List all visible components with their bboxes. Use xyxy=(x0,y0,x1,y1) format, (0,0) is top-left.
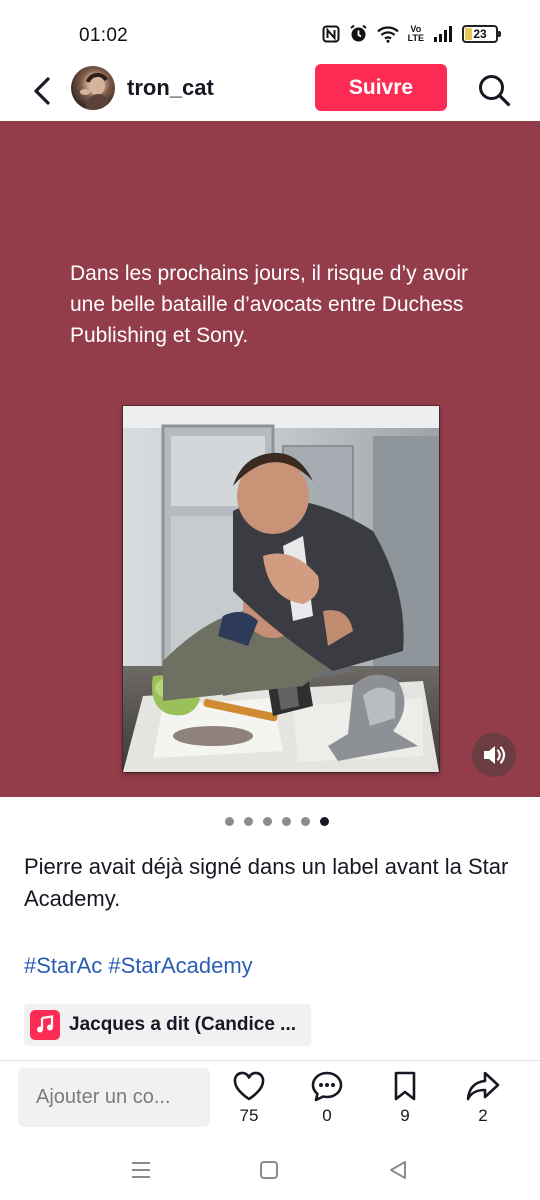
divider xyxy=(0,1060,540,1061)
alarm-icon xyxy=(349,24,368,43)
search-icon xyxy=(479,75,511,107)
post-description: Pierre avait déjà signé dans un label av… xyxy=(24,854,509,911)
signal-icon xyxy=(433,25,453,42)
music-note-icon xyxy=(30,1010,60,1040)
comment-icon xyxy=(311,1071,343,1102)
follow-button[interactable]: Suivre xyxy=(315,64,447,111)
volte-icon: Vo LTE xyxy=(407,24,424,43)
carousel-dot xyxy=(225,817,234,826)
post-photo xyxy=(123,406,439,772)
post-media[interactable]: Dans les prochains jours, il risque d’y … xyxy=(0,121,540,797)
wifi-icon xyxy=(376,25,399,43)
carousel-dot xyxy=(282,817,291,826)
battery-icon: 23 xyxy=(462,24,501,43)
slide-overlay-text: Dans les prochains jours, il risque d’y … xyxy=(70,262,469,347)
volte-bottom-label: LTE xyxy=(407,32,424,43)
heart-icon xyxy=(233,1071,265,1101)
hashtag-link[interactable]: #StarAcademy xyxy=(108,953,252,978)
hashtag-link[interactable]: #StarAc xyxy=(24,953,102,978)
save-button[interactable]: 9 xyxy=(377,1070,433,1126)
carousel-dot xyxy=(263,817,272,826)
back-button[interactable] xyxy=(26,71,58,111)
home-button[interactable] xyxy=(255,1156,283,1184)
comment-input[interactable]: Ajouter un co... xyxy=(18,1068,210,1127)
status-icons: Vo LTE 23 xyxy=(322,24,501,43)
triangle-back-icon xyxy=(390,1161,406,1179)
music-title: Jacques a dit (Candice ... xyxy=(69,1014,297,1035)
chevron-left-icon xyxy=(34,77,50,105)
square-icon xyxy=(260,1161,278,1179)
carousel-indicator xyxy=(0,817,540,829)
comment-count: 0 xyxy=(322,1106,332,1125)
save-count: 9 xyxy=(400,1106,410,1125)
recents-button[interactable] xyxy=(127,1156,155,1184)
share-button[interactable]: 2 xyxy=(455,1070,511,1126)
search-button[interactable] xyxy=(474,70,514,110)
battery-level: 23 xyxy=(473,26,487,41)
bookmark-icon xyxy=(394,1071,416,1101)
nfc-icon xyxy=(322,25,340,43)
profile-header: tron_cat Suivre xyxy=(0,62,540,120)
hashtag-list: #StarAc #StarAcademy xyxy=(24,953,253,979)
back-nav-button[interactable] xyxy=(384,1156,412,1184)
sound-toggle-button[interactable] xyxy=(472,733,516,777)
share-arrow-icon xyxy=(466,1071,500,1101)
system-nav-bar xyxy=(0,1140,540,1200)
carousel-dot xyxy=(301,817,310,826)
avatar[interactable] xyxy=(71,66,115,110)
carousel-dot-active xyxy=(320,817,329,826)
carousel-dot xyxy=(244,817,253,826)
share-count: 2 xyxy=(478,1106,488,1125)
music-chip[interactable]: Jacques a dit (Candice ... xyxy=(24,1004,311,1046)
menu-lines-icon xyxy=(132,1162,150,1178)
status-time: 01:02 xyxy=(79,25,129,46)
comment-button[interactable]: 0 xyxy=(299,1070,355,1126)
speaker-icon xyxy=(484,746,506,764)
username[interactable]: tron_cat xyxy=(127,75,214,101)
status-bar: 01:02 Vo LTE 23 xyxy=(0,0,540,62)
like-count: 75 xyxy=(239,1106,259,1125)
like-button[interactable]: 75 xyxy=(221,1070,277,1126)
